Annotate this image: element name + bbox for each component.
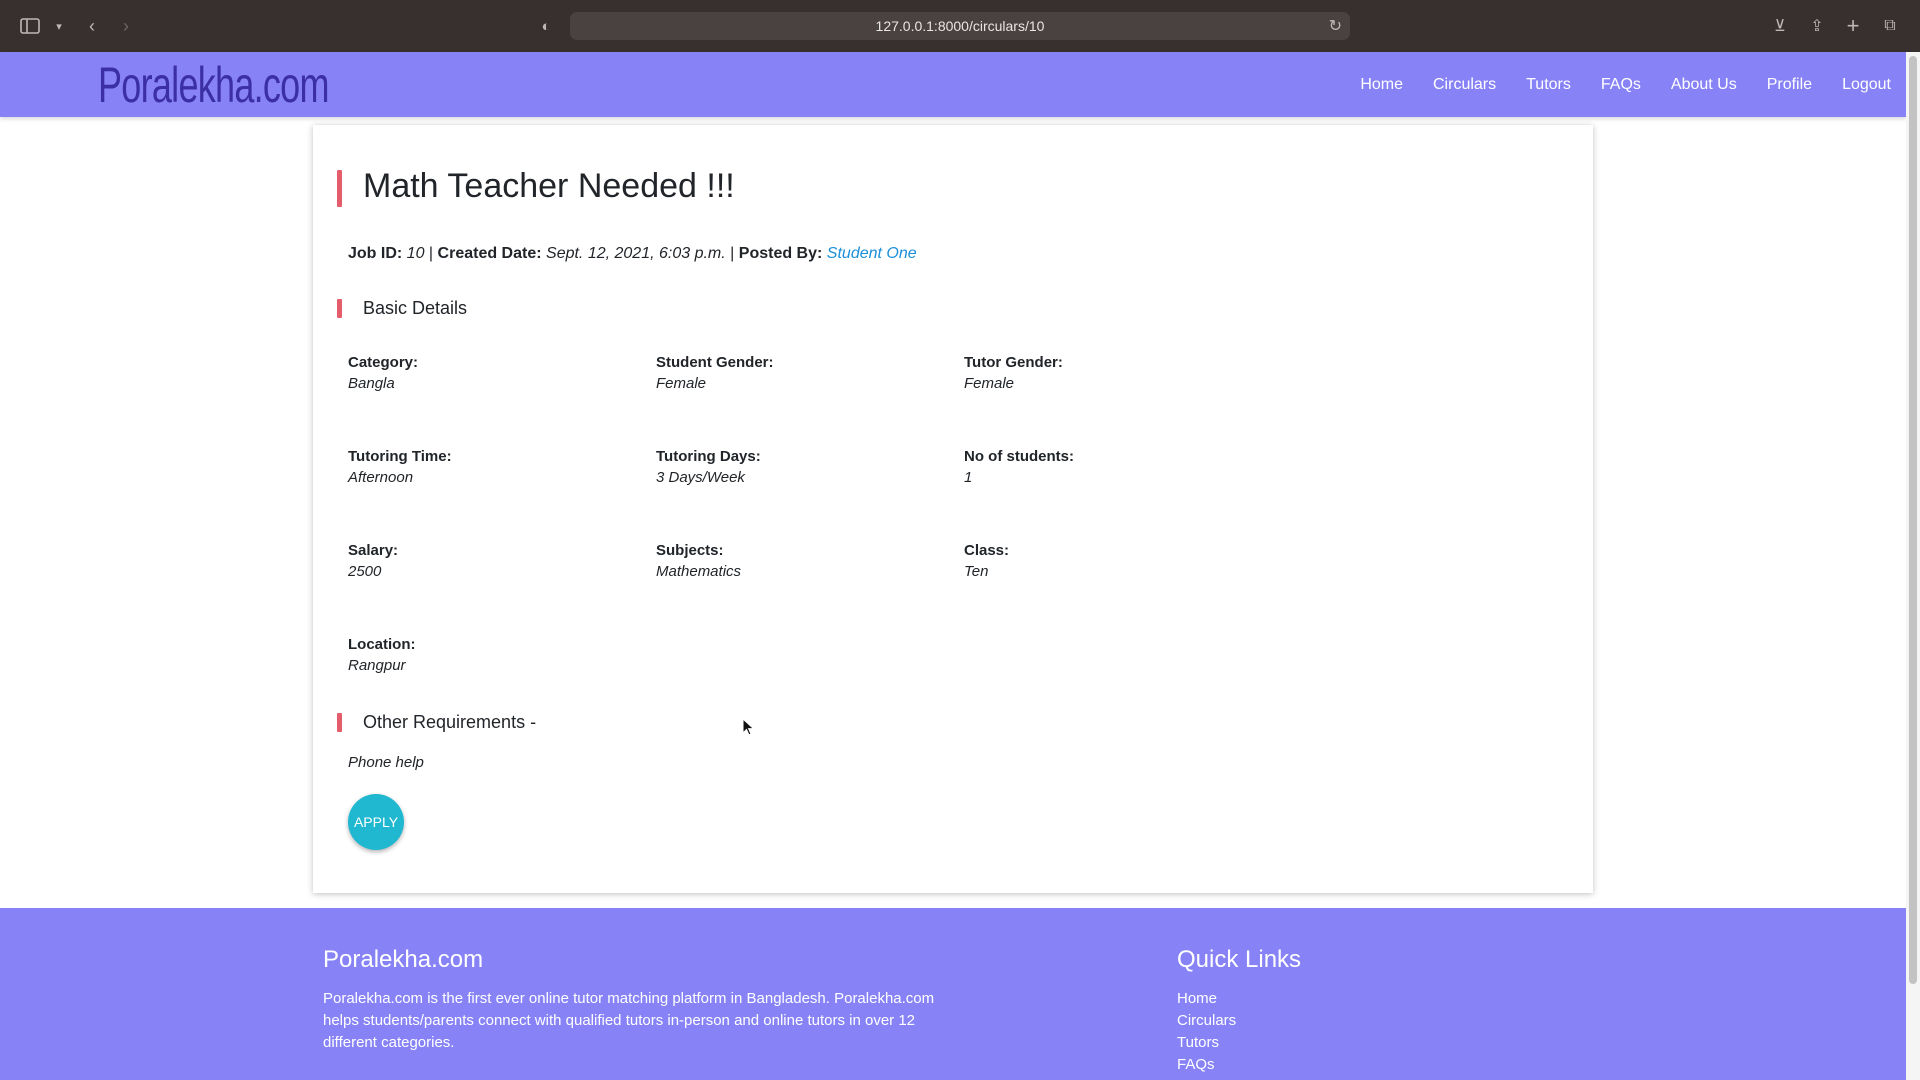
scrollbar-thumb[interactable] bbox=[1909, 56, 1917, 984]
field-label: Student Gender: bbox=[656, 354, 774, 371]
field-value: 2500 bbox=[348, 563, 382, 580]
chevron-down-icon[interactable]: ▾ bbox=[47, 14, 71, 38]
field-class: Class: Ten bbox=[964, 542, 1264, 580]
download-icon[interactable]: ⊻ bbox=[1768, 14, 1792, 38]
other-requirements-text: Phone help bbox=[348, 754, 424, 771]
quick-link-tutors[interactable]: Tutors bbox=[1177, 1032, 1236, 1054]
posted-by-link[interactable]: Student One bbox=[827, 245, 917, 262]
quick-links: Home Circulars Tutors FAQs bbox=[1177, 988, 1236, 1076]
field-label: Tutor Gender: bbox=[964, 354, 1063, 371]
created-date-value: Sept. 12, 2021, 6:03 p.m. bbox=[546, 245, 726, 262]
apply-button[interactable]: APPLY bbox=[348, 794, 404, 850]
field-student-gender: Student Gender: Female bbox=[656, 354, 956, 392]
quick-links-title: Quick Links bbox=[1177, 946, 1302, 973]
other-requirements-title: Other Requirements - bbox=[363, 712, 537, 732]
new-tab-icon[interactable]: + bbox=[1841, 13, 1865, 38]
site-footer: Poralekha.com Poralekha.com is the first… bbox=[0, 908, 1906, 1080]
reload-icon[interactable]: ↻ bbox=[1329, 16, 1342, 36]
field-value: Female bbox=[656, 375, 707, 392]
address-bar[interactable]: 127.0.0.1:8000/circulars/10 ↻ bbox=[570, 12, 1350, 40]
field-subjects: Subjects: Mathematics bbox=[656, 542, 956, 580]
field-value: Mathematics bbox=[656, 563, 742, 580]
section-accent-bar bbox=[337, 299, 342, 318]
posted-by-label: Posted By: bbox=[738, 245, 823, 262]
nav-home[interactable]: Home bbox=[1360, 76, 1403, 94]
section-accent-bar bbox=[337, 713, 342, 732]
field-value: Female bbox=[964, 375, 1015, 392]
field-value: Bangla bbox=[348, 375, 395, 392]
page-title: Math Teacher Needed !!! bbox=[363, 167, 735, 205]
field-value: 1 bbox=[964, 469, 973, 486]
footer-title: Poralekha.com bbox=[323, 946, 484, 973]
forward-icon[interactable]: › bbox=[114, 14, 138, 38]
back-icon[interactable]: ‹ bbox=[80, 14, 104, 38]
field-salary: Salary: 2500 bbox=[348, 542, 648, 580]
meta-separator: | bbox=[428, 245, 434, 262]
field-no-of-students: No of students: 1 bbox=[964, 448, 1264, 486]
quick-link-faqs[interactable]: FAQs bbox=[1177, 1054, 1236, 1076]
basic-details-title: Basic Details bbox=[363, 298, 468, 318]
field-label: Tutoring Time: bbox=[348, 448, 452, 465]
job-id-value: 10 bbox=[406, 245, 425, 262]
field-label: Location: bbox=[348, 636, 416, 653]
title-accent-bar bbox=[337, 170, 342, 207]
field-label: Tutoring Days: bbox=[656, 448, 761, 465]
field-value: Rangpur bbox=[348, 657, 406, 674]
sidebar-toggle-icon[interactable] bbox=[18, 14, 42, 38]
brand-logo[interactable]: Poralekha.com bbox=[98, 56, 329, 114]
field-category: Category: Bangla bbox=[348, 354, 648, 392]
field-tutoring-time: Tutoring Time: Afternoon bbox=[348, 448, 648, 486]
field-label: Class: bbox=[964, 542, 1010, 559]
site-navbar: Poralekha.com Home Circulars Tutors FAQs… bbox=[0, 52, 1906, 117]
field-label: Subjects: bbox=[656, 542, 724, 559]
quick-link-home[interactable]: Home bbox=[1177, 988, 1236, 1010]
quick-link-circulars[interactable]: Circulars bbox=[1177, 1010, 1236, 1032]
share-icon[interactable]: ⇪ bbox=[1805, 14, 1829, 38]
nav-about-us[interactable]: About Us bbox=[1671, 76, 1737, 94]
page-scrollbar[interactable] bbox=[1906, 52, 1920, 1080]
field-label: No of students: bbox=[964, 448, 1074, 465]
field-value: Afternoon bbox=[348, 469, 414, 486]
nav-profile[interactable]: Profile bbox=[1767, 76, 1812, 94]
meta-separator: | bbox=[730, 245, 735, 262]
browser-toolbar: ▾ ‹ › ◐ 127.0.0.1:8000/circulars/10 ↻ ⊻ … bbox=[0, 0, 1920, 52]
created-date-label: Created Date: bbox=[437, 245, 542, 262]
field-value: 3 Days/Week bbox=[656, 469, 745, 486]
job-id-label: Job ID: bbox=[348, 245, 403, 262]
circular-card: Math Teacher Needed !!! Job ID: 10 | Cre… bbox=[313, 125, 1593, 893]
nav-circulars[interactable]: Circulars bbox=[1433, 76, 1496, 94]
nav-links: Home Circulars Tutors FAQs About Us Prof… bbox=[1330, 52, 1891, 117]
nav-logout[interactable]: Logout bbox=[1842, 76, 1891, 94]
url-text: 127.0.0.1:8000/circulars/10 bbox=[875, 18, 1045, 34]
field-tutor-gender: Tutor Gender: Female bbox=[964, 354, 1264, 392]
nav-tutors[interactable]: Tutors bbox=[1526, 76, 1571, 94]
nav-faqs[interactable]: FAQs bbox=[1601, 76, 1641, 94]
field-value: Ten bbox=[964, 563, 989, 580]
tabs-overview-icon[interactable]: ⧉ bbox=[1878, 14, 1902, 38]
field-label: Salary: bbox=[348, 542, 399, 559]
field-label: Category: bbox=[348, 354, 419, 371]
field-tutoring-days: Tutoring Days: 3 Days/Week bbox=[656, 448, 956, 486]
field-location: Location: Rangpur bbox=[348, 636, 648, 674]
circular-meta: Job ID: 10 | Created Date: Sept. 12, 202… bbox=[348, 245, 917, 263]
footer-description: Poralekha.com is the first ever online t… bbox=[323, 990, 935, 1051]
shield-icon[interactable]: ◐ bbox=[534, 14, 558, 38]
mouse-cursor-icon bbox=[742, 718, 755, 736]
